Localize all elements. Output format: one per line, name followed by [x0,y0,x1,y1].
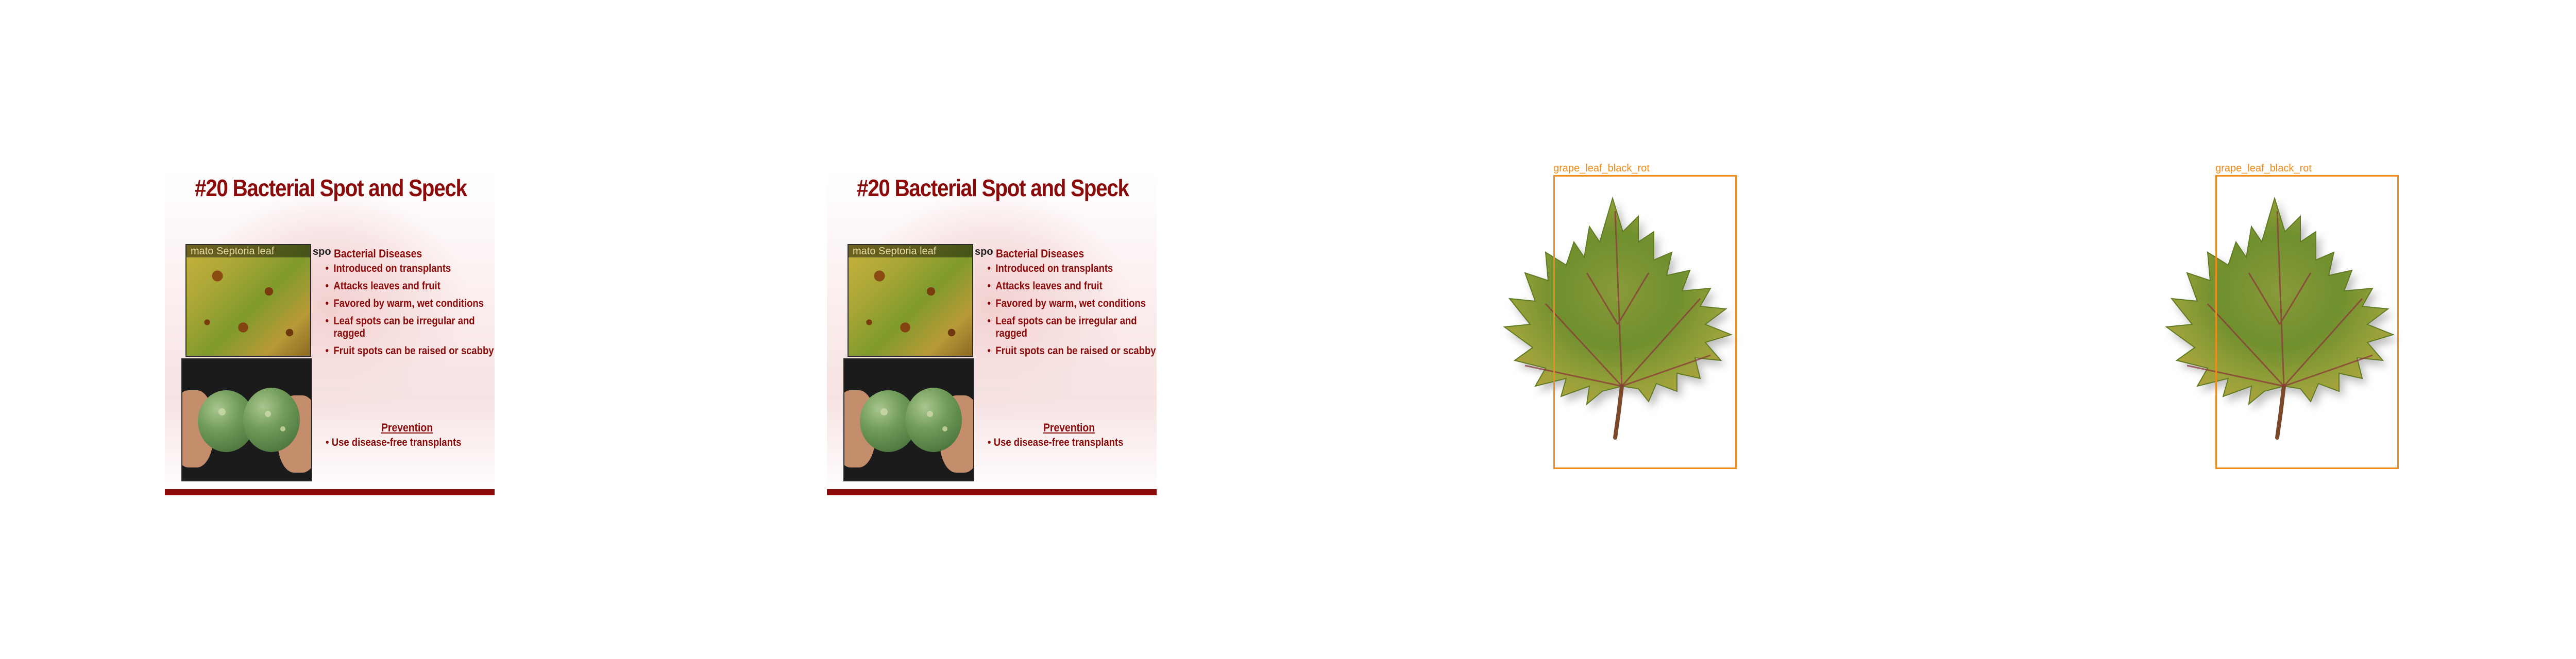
slide-panel-2: #20 Bacterial Spot and Speck mato Septor… [827,172,1157,496]
bullet-item: • Attacks leaves and fruit [987,280,1103,292]
prevention-heading: Prevention [381,421,433,434]
bullet-item: • Fruit spots can be raised or scabby [987,345,1156,357]
comparison-canvas: #20 Bacterial Spot and Speck mato Septor… [0,0,2576,659]
detection-bounding-box [1553,175,1737,469]
bullet-item: • Introduced on transplants [325,263,451,274]
bullet-item: • Favored by warm, wet conditions [987,298,1146,309]
photo-caption: mato Septoria leaf [849,245,972,257]
bullet-list: • Introduced on transplants • Attacks leav… [986,263,1156,362]
slide-title: #20 Bacterial Spot and Speck [195,175,467,201]
detection-label: grape_leaf_black_rot [2215,163,2312,174]
bullet-list: • Introduced on transplants • Attacks leav… [324,263,494,362]
detection-bounding-box [2215,175,2399,469]
bullet-item: • Fruit spots can be raised or scabby [325,345,494,357]
prevention-item: • Use disease-free transplants [326,437,462,448]
bullet-item: • Attacks leaves and fruit [325,280,440,292]
leaf-detection-panel-1: grape_leaf_black_rot [1484,154,1803,484]
photo-caption: mato Septoria leaf [187,245,310,257]
bullet-item: • Leaf spots can be irregular and ragged [325,315,475,339]
tomato-fruit-photo [843,358,974,481]
leaf-detection-panel-2: grape_leaf_black_rot [2146,154,2465,484]
bullet-item: • Leaf spots can be irregular and ragged [987,315,1137,339]
section-heading: Bacterial Diseases [334,247,422,260]
prevention-heading: Prevention [1043,421,1095,434]
leaf-spot-photo: mato Septoria leaf [185,244,311,357]
detection-label: grape_leaf_black_rot [1553,163,1650,174]
slide-panel-1: #20 Bacterial Spot and Speck mato Septor… [165,172,495,496]
bullet-item: • Favored by warm, wet conditions [325,298,484,309]
bullet-item: • Introduced on transplants [987,263,1113,274]
section-heading: Bacterial Diseases [996,247,1084,260]
leaf-spot-photo: mato Septoria leaf [848,244,973,357]
side-label: spo [313,246,331,257]
slide-title: #20 Bacterial Spot and Speck [857,175,1129,201]
prevention-item: • Use disease-free transplants [988,437,1124,448]
side-label: spo [975,246,993,257]
tomato-fruit-photo [181,358,312,481]
slide-footer-bar [827,489,1157,495]
slide-footer-bar [165,489,495,495]
